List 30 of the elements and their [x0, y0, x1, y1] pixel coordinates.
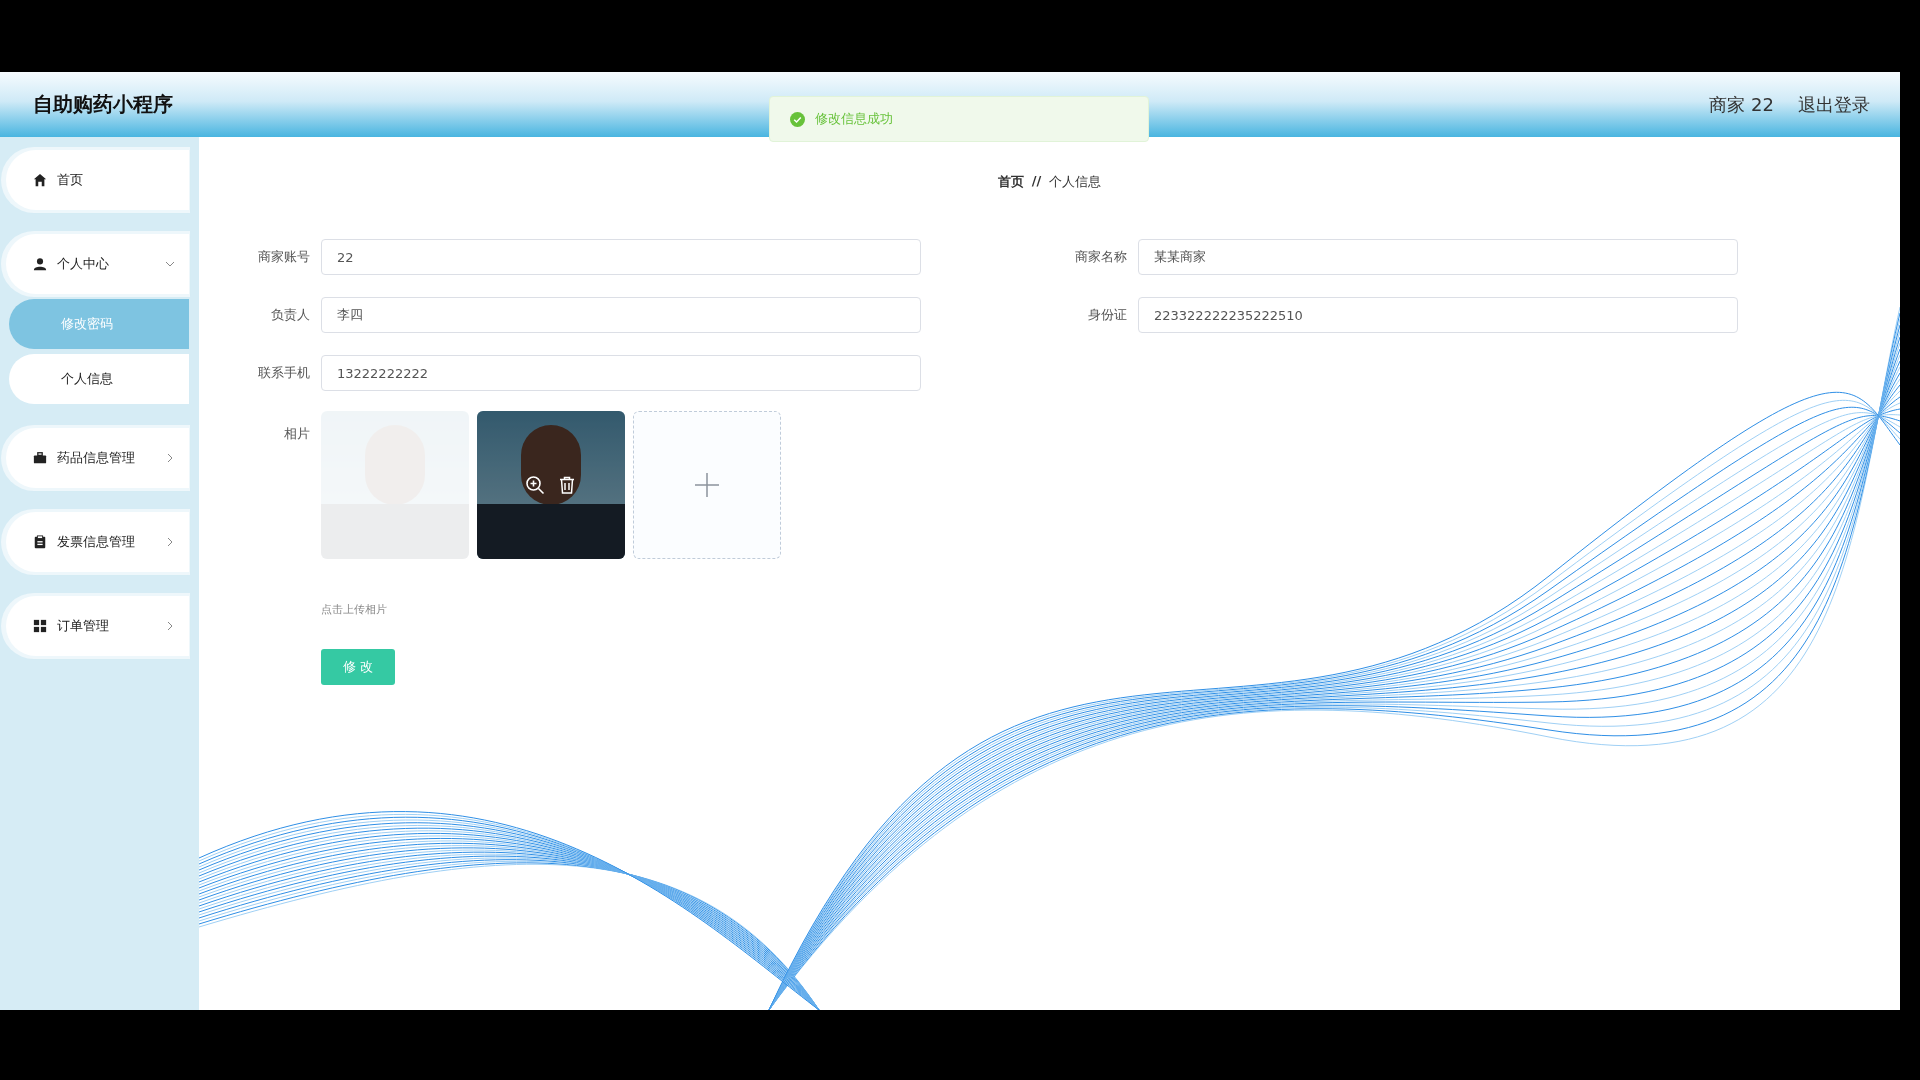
field-label: 相片 [283, 425, 310, 443]
breadcrumb-separator: // [1031, 173, 1042, 190]
toast-message: 修改信息成功 [815, 110, 893, 128]
trash-icon[interactable] [557, 475, 577, 495]
field-label: 商家账号 [257, 248, 310, 266]
field-label: 身份证 [1087, 306, 1127, 324]
field-label: 商家名称 [1074, 248, 1127, 266]
input-field[interactable]: 李四 [321, 297, 921, 333]
zoom-in-icon[interactable] [525, 475, 545, 495]
home-icon [33, 173, 47, 187]
plus-icon [694, 472, 720, 498]
clipboard-icon [33, 535, 47, 549]
check-circle-icon [790, 111, 805, 127]
breadcrumb-item[interactable]: 首页 [997, 173, 1024, 191]
submenu-item[interactable]: 个人信息 [9, 354, 189, 404]
input-field[interactable]: 13222222222 [321, 355, 921, 391]
input-field[interactable]: 223322222235222510 [1138, 297, 1738, 333]
logout-link[interactable]: 退出登录 [1798, 92, 1870, 117]
photo-placeholder[interactable] [477, 411, 625, 559]
upload-hint: 点击上传相片 [321, 602, 388, 617]
briefcase-icon [33, 451, 47, 465]
user-name: 商家 22 [1709, 92, 1774, 117]
field-label: 负责人 [270, 306, 310, 324]
person-icon [33, 257, 47, 271]
grid-icon [33, 619, 47, 633]
breadcrumb-item: 个人信息 [1049, 173, 1102, 191]
app-title: 自助购药小程序 [33, 91, 173, 118]
input-field[interactable]: 22 [321, 239, 921, 275]
input-field[interactable]: 某某商家 [1138, 239, 1738, 275]
field-label: 联系手机 [257, 364, 310, 382]
